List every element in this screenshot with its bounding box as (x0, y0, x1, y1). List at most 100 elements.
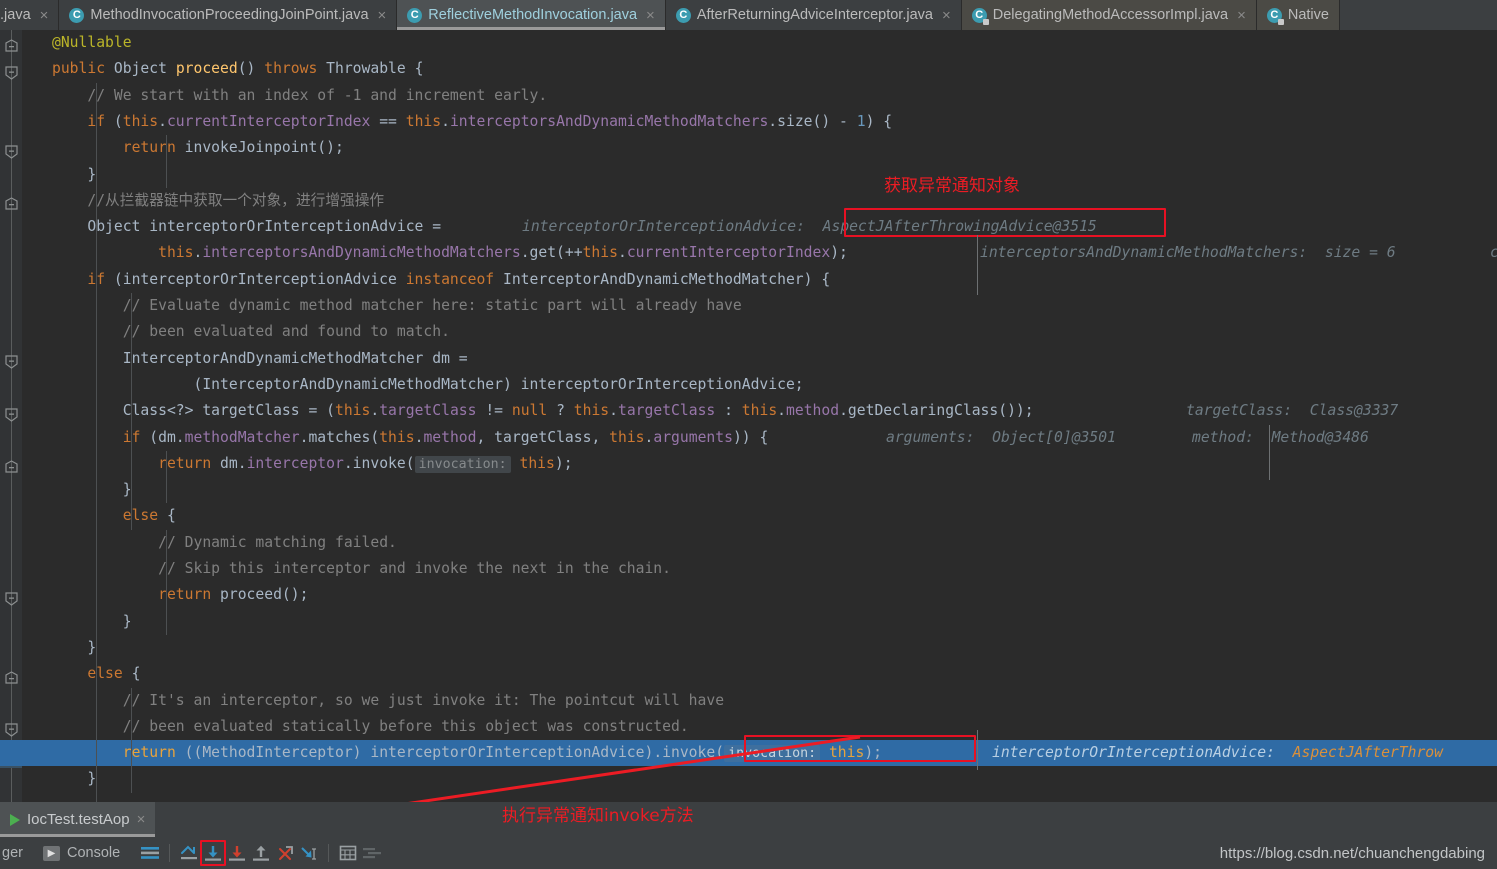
settings-lines-icon[interactable] (138, 841, 162, 865)
code-line[interactable]: Object interceptorOrInterceptionAdvice =… (0, 214, 1497, 240)
code-line[interactable]: Class<?> targetClass = (this.targetClass… (0, 398, 1497, 424)
code-token: // It's an interceptor, so we just invok… (122, 691, 725, 709)
code-line[interactable]: // Evaluate dynamic method matcher here:… (0, 293, 1497, 319)
code-token: { (158, 507, 176, 525)
code-token: InterceptorAndDynamicMethodMatcher dm = (122, 349, 468, 367)
debugger-inline-hint[interactable]: interceptorOrInterceptionAdvice: AspectJ… (522, 214, 1097, 240)
editor-tab-5[interactable]: C Native (1256, 0, 1340, 30)
code-token: else (87, 665, 123, 683)
code-line[interactable]: } (0, 766, 1497, 792)
code-line[interactable]: else { (0, 503, 1497, 529)
debugger-inline-hint[interactable]: interceptorOrInterceptionAdvice: AspectJ… (992, 740, 1443, 766)
close-icon[interactable]: × (137, 811, 146, 828)
code-line-text: // been evaluated statically before this… (52, 714, 689, 740)
run-tab-ioctest[interactable]: IocTest.testAop × (0, 802, 156, 837)
code-line[interactable]: return proceed(); (0, 582, 1497, 608)
debugger-inline-hint[interactable]: method: Method@3486 (1192, 425, 1369, 451)
close-icon[interactable]: × (40, 8, 49, 23)
code-line[interactable]: (InterceptorAndDynamicMethodMatcher) int… (0, 372, 1497, 398)
drop-frame-icon[interactable] (273, 841, 297, 865)
code-token: .size() - (768, 112, 857, 130)
code-editor[interactable]: @Nullable public Object proceed() throws … (0, 30, 1497, 802)
code-line[interactable]: // Skip this interceptor and invoke the … (0, 556, 1497, 582)
code-line[interactable]: } (0, 162, 1497, 188)
console-label: Console (66, 845, 121, 861)
code-token: ((MethodInterceptor) interceptorOrInterc… (175, 744, 725, 762)
code-line[interactable]: return dm.interceptor.invoke(invocation:… (0, 451, 1497, 477)
close-icon[interactable]: × (1237, 8, 1246, 23)
mute-breakpoints-icon[interactable] (360, 841, 384, 865)
code-line[interactable]: } (0, 609, 1497, 635)
code-line-text: // been evaluated and found to match. (52, 319, 450, 345)
code-token: // been evaluated statically before this… (122, 717, 689, 735)
run-to-cursor-icon[interactable] (297, 841, 321, 865)
code-line[interactable]: return invokeJoinpoint(); (0, 135, 1497, 161)
code-token: interceptorsAndDynamicMethodMatchers (202, 244, 521, 262)
code-line-text: public Object proceed() throws Throwable… (52, 56, 423, 82)
evaluate-expression-icon[interactable] (336, 841, 360, 865)
editor-tab-0[interactable]: .java × (0, 0, 60, 30)
close-icon[interactable]: × (942, 8, 951, 23)
code-line[interactable]: InterceptorAndDynamicMethodMatcher dm = (0, 346, 1497, 372)
editor-tab-label: MethodInvocationProceedingJoinPoint.java (90, 7, 369, 23)
code-line[interactable]: this. interceptorsAndDynamicMethodMatcher… (0, 240, 1497, 266)
code-token: this (582, 244, 618, 262)
debugger-inline-hint[interactable]: targetClass: Class@3337 (1186, 398, 1398, 424)
code-line[interactable]: // It's an interceptor, so we just invok… (0, 688, 1497, 714)
show-execution-point-icon[interactable] (177, 841, 201, 865)
debugger-tab-label[interactable]: ger (0, 845, 23, 861)
code-token: targetClass (379, 402, 477, 420)
indent-guide (166, 450, 167, 504)
code-token: else (122, 507, 159, 525)
code-token: , targetClass, (476, 428, 610, 446)
code-token: // Dynamic matching failed. (158, 533, 397, 551)
debugger-inline-hint[interactable]: c (1490, 240, 1497, 266)
code-line[interactable]: else { (0, 661, 1497, 687)
step-out-icon[interactable] (249, 841, 273, 865)
editor-column-guide (977, 235, 978, 295)
close-icon[interactable]: × (378, 8, 387, 23)
code-token: } (87, 770, 97, 788)
run-play-icon (10, 813, 20, 826)
watermark-url: https://blog.csdn.net/chuanchengdabing (1219, 844, 1485, 862)
step-into-icon[interactable] (225, 841, 249, 865)
code-line[interactable]: @Nullable (0, 30, 1497, 56)
code-token: methodMatcher (184, 428, 300, 446)
debugger-inline-hint[interactable]: arguments: Object[0]@3501 (886, 425, 1116, 451)
code-line-text: } (52, 635, 96, 661)
code-line[interactable]: } (0, 635, 1497, 661)
code-token: null (511, 402, 548, 420)
code-line[interactable]: } (0, 477, 1497, 503)
code-token: Object (113, 60, 167, 78)
editor-tab-2-active[interactable]: C ReflectiveMethodInvocation.java × (397, 0, 666, 30)
code-line[interactable]: public Object proceed() throws Throwable… (0, 56, 1497, 82)
console-button[interactable]: ▶ Console (42, 845, 121, 861)
close-icon[interactable]: × (646, 8, 655, 23)
code-token: this (405, 112, 442, 130)
editor-tab-label: Native (1287, 7, 1329, 23)
code-line[interactable]: if (dm.methodMatcher.matches(this.method… (0, 425, 1497, 451)
code-token: // Evaluate dynamic method matcher here:… (122, 297, 742, 314)
editor-tab-4[interactable]: C DelegatingMethodAccessorImpl.java × (961, 0, 1257, 30)
code-line-current[interactable]: return ((MethodInterceptor) interceptorO… (0, 740, 1497, 767)
inline-parameter-hint: invocation: (724, 745, 821, 763)
code-line[interactable]: if (this.currentInterceptorIndex == this… (0, 109, 1497, 135)
code-line[interactable]: // Dynamic matching failed. (0, 530, 1497, 556)
code-line-text: if (interceptorOrInterceptionAdvice inst… (52, 267, 830, 293)
editor-tab-1[interactable]: C MethodInvocationProceedingJoinPoint.ja… (59, 0, 398, 30)
code-line[interactable]: //从拦截器链中获取一个对象，进行增强操作 (0, 188, 1497, 214)
indent-guide (131, 293, 132, 530)
editor-tab-label: AfterReturningAdviceInterceptor.java (696, 7, 933, 23)
code-line[interactable]: // been evaluated and found to match. (0, 319, 1497, 345)
code-line[interactable]: // We start with an index of -1 and incr… (0, 83, 1497, 109)
code-line[interactable]: if (interceptorOrInterceptionAdvice inst… (0, 267, 1497, 293)
code-token: . (370, 402, 380, 420)
code-token: this (573, 402, 610, 420)
step-over-icon[interactable] (200, 840, 227, 866)
code-content[interactable]: @Nullable public Object proceed() throws … (0, 30, 1497, 802)
code-token: proceed (175, 60, 238, 78)
debugger-inline-hint[interactable]: interceptorsAndDynamicMethodMatchers: si… (980, 240, 1396, 266)
code-line[interactable]: // been evaluated statically before this… (0, 714, 1497, 740)
class-icon: C (407, 7, 423, 23)
editor-tab-3[interactable]: C AfterReturningAdviceInterceptor.java × (666, 0, 962, 30)
